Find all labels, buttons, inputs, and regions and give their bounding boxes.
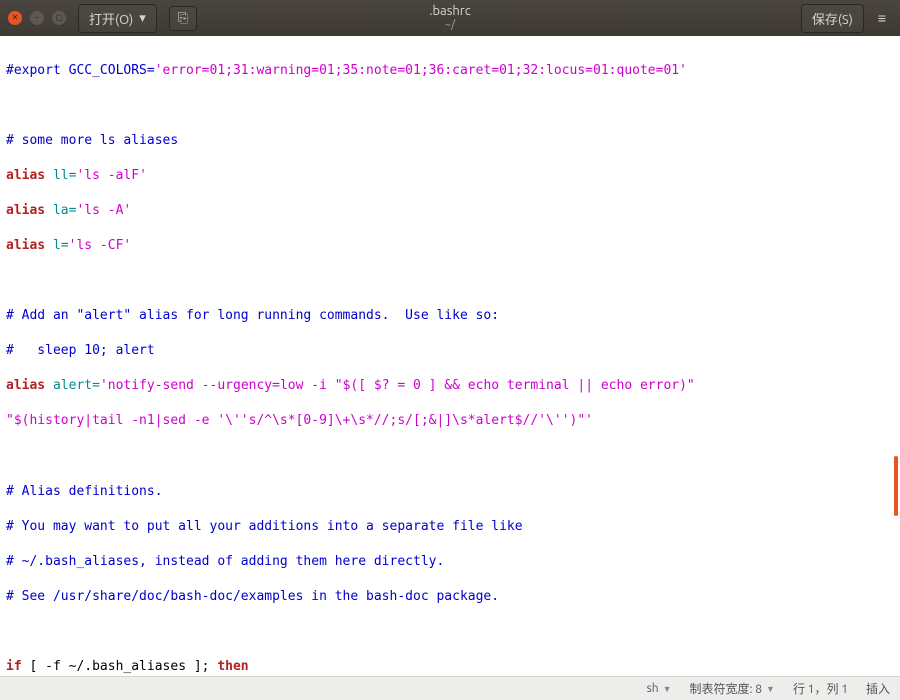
code-string: 'ls -CF' [69, 238, 132, 253]
save-button-label: 保存(S) [812, 13, 853, 27]
code-keyword: alias [6, 378, 45, 393]
chevron-down-icon: ▼ [663, 684, 672, 694]
code-text: 'error=01;31:warning=01;35:note=01;36:ca… [155, 63, 687, 78]
code-comment: # some more ls aliases [6, 133, 178, 148]
code-text: ll= [45, 168, 76, 183]
code-text: la= [45, 203, 76, 218]
code-keyword: then [217, 659, 248, 674]
close-icon[interactable]: ✕ [8, 11, 22, 25]
code-text: [ -f ~/.bash_aliases ]; [22, 659, 218, 674]
cursor-position: 行 1，列 1 [793, 680, 848, 697]
code-string: 'ls -alF' [76, 168, 146, 183]
code-text: l= [45, 238, 68, 253]
code-keyword: alias [6, 238, 45, 253]
status-bar: sh ▼ 制表符宽度: 8 ▼ 行 1，列 1 插入 [0, 676, 900, 700]
insert-mode-toggle[interactable]: 插入 [866, 680, 890, 697]
scrollbar-thumb[interactable] [894, 456, 898, 516]
insert-mode-label: 插入 [866, 680, 890, 697]
new-tab-button[interactable]: ⎘ [169, 6, 197, 31]
document-title: .bashrc [429, 4, 471, 20]
window-controls: ✕ – ▢ [8, 11, 66, 25]
code-keyword: alias [6, 203, 45, 218]
code-comment: # You may want to put all your additions… [6, 519, 523, 534]
save-button[interactable]: 保存(S) [801, 4, 864, 33]
code-comment: # Alias definitions. [6, 484, 163, 499]
document-path: ~/ [429, 19, 471, 32]
hamburger-icon: ≡ [878, 10, 886, 26]
code-comment: # Add an "alert" alias for long running … [6, 308, 499, 323]
code-comment: # ~/.bash_aliases, instead of adding the… [6, 554, 444, 569]
language-label: sh [647, 682, 659, 695]
code-text: alert= [45, 378, 100, 393]
editor-area[interactable]: #export GCC_COLORS='error=01;31:warning=… [0, 36, 900, 676]
open-button-label: 打开(O) [89, 9, 133, 28]
code-comment: # sleep 10; alert [6, 343, 155, 358]
code-string: "$(history|tail -n1|sed -e '\''s/^\s*[0-… [6, 413, 593, 428]
code-comment: # See /usr/share/doc/bash-doc/examples i… [6, 589, 499, 604]
code-string: 'notify-send --urgency=low -i "$([ $? = … [100, 378, 703, 393]
code-keyword: if [6, 659, 22, 674]
window-titlebar: ✕ – ▢ 打开(O) ▾ ⎘ .bashrc ~/ 保存(S) ≡ [0, 0, 900, 36]
tab-width-label: 制表符宽度: 8 [690, 680, 762, 697]
new-tab-icon: ⎘ [178, 11, 188, 26]
open-button[interactable]: 打开(O) ▾ [78, 4, 157, 33]
minimize-icon[interactable]: – [30, 11, 44, 25]
cursor-position-label: 行 1，列 1 [793, 680, 848, 697]
language-selector[interactable]: sh ▼ [647, 682, 672, 695]
menu-button[interactable]: ≡ [872, 6, 892, 30]
title-block: .bashrc ~/ [429, 4, 471, 33]
code-text: #export GCC_COLORS= [6, 63, 155, 78]
tab-width-selector[interactable]: 制表符宽度: 8 ▼ [690, 680, 775, 697]
code-string: 'ls -A' [76, 203, 131, 218]
code-keyword: alias [6, 168, 45, 183]
maximize-icon[interactable]: ▢ [52, 11, 66, 25]
chevron-down-icon: ▾ [139, 11, 146, 26]
chevron-down-icon: ▼ [766, 684, 775, 694]
